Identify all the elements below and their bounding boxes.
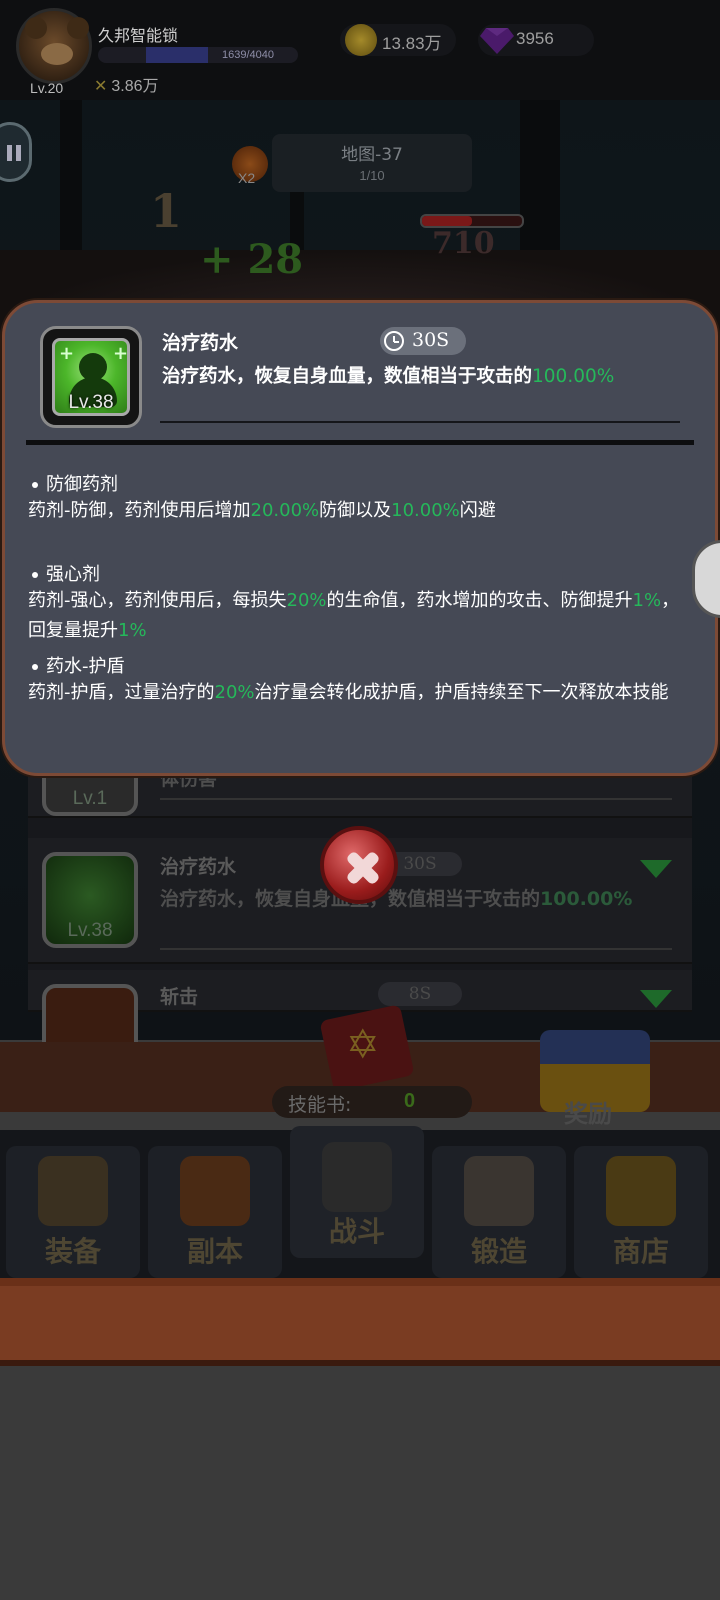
divider [160,421,680,423]
pause-button[interactable] [0,122,32,182]
bottom-wood-bar [0,1278,720,1366]
crossed-swords-icon [322,1142,392,1212]
talent-title: 强心剂 [32,560,100,586]
talent-title: 防御药剂 [32,470,118,496]
nav-label: 战斗 [328,1215,385,1248]
nav-tab-forge[interactable]: 锻造 [432,1146,566,1278]
skill-cooldown: 8S [378,982,462,1006]
xp-bar: 1639/4040 [98,47,298,63]
talent-text: 药剂-防御，药剂使用后增加20.00%防御以及10.00%闪避 [28,500,496,521]
skill-name: 斩击 [160,986,199,1008]
clock-icon [384,331,404,351]
speed-multiplier: X2 [238,170,256,186]
skill-book-count: 0 [404,1090,416,1112]
sword-shield-icon [180,1156,250,1226]
map-title: 地图-37 [341,145,403,165]
heal-number: + 28 [200,236,304,283]
skill-level: Lv.38 [68,392,114,413]
scroll-icon [464,1156,534,1226]
nav-tab-equipment[interactable]: 装备 [6,1146,140,1278]
enemy-hp-value: 710 [432,226,495,261]
gold-coin-icon [345,24,377,56]
skill-name: 治疗药水 [160,856,237,878]
skill-row[interactable]: 斩击 8S [28,970,692,1080]
game-scene: Lv.20 久邦智能锁 1639/4040 ✕ 3.86万 13.83万 3956… [0,0,720,1600]
divider [26,440,694,445]
shop-icon [606,1156,676,1226]
damage-number: 1 [150,184,183,238]
map-progress: 1/10 [359,168,385,183]
nav-label: 商店 [612,1235,669,1268]
chest-lid [540,1030,650,1064]
gem-icon [480,28,514,54]
enemy-hp-fill [422,216,472,226]
skill-description-text: 治疗药水，恢复自身血量，数值相当于攻击的 [162,366,533,387]
nav-label: 副本 [186,1235,243,1268]
skill-desc-pct: 100.00% [540,888,633,910]
expand-arrow-icon[interactable] [640,860,672,878]
gem-value: 3956 [516,29,554,48]
talent-text: 药剂-强心，药剂使用后，每损失20%的生命值，药水增加的攻击、防御提升1%，回复… [28,590,680,641]
skill-desc: 治疗药水，恢复自身血量，数值相当于攻击的100.00% [160,884,632,911]
nav-tab-battle[interactable]: 战斗 [290,1126,424,1258]
expand-arrow-icon[interactable] [640,990,672,1008]
nav-label: 锻造 [470,1235,527,1268]
player-avatar[interactable] [16,8,92,84]
skill-description-pct: 100.00% [532,366,615,387]
skill-icon: Lv.38 [42,852,138,948]
skill-name: 治疗药水 [162,332,239,354]
nav-tab-dungeon[interactable]: 副本 [148,1146,282,1278]
close-button[interactable] [320,826,398,904]
gold-value: 13.83万 [382,34,442,53]
skill-level: Lv.38 [67,920,113,941]
xp-text: 1639/4040 [222,49,274,61]
star-of-david-icon: ✡ [346,1022,380,1068]
nav-label: 装备 [44,1235,101,1268]
divider [160,798,672,800]
crossed-swords-icon: ✕ [94,78,108,95]
player-name: 久邦智能锁 [98,26,179,45]
reward-label[interactable]: 奖励 [564,1094,612,1129]
combat-power-value: 3.86万 [111,78,159,95]
skill-description: 治疗药水，恢复自身血量，数值相当于攻击的100.00% [162,362,614,388]
talent-text: 药剂-护盾，过量治疗的20%治疗量会转化成护盾，护盾持续至下一次释放本技能 [28,682,669,703]
combat-power: ✕ 3.86万 [94,72,159,96]
divider [160,948,672,950]
nav-tab-shop[interactable]: 商店 [574,1146,708,1278]
player-level: Lv.20 [30,80,64,96]
skill-book-label: 技能书: [288,1094,352,1116]
skill-level: Lv.1 [72,788,108,809]
helmet-icon [38,1156,108,1226]
talent-title: 药水-护盾 [32,652,125,678]
cooldown-value: 30S [412,329,450,351]
